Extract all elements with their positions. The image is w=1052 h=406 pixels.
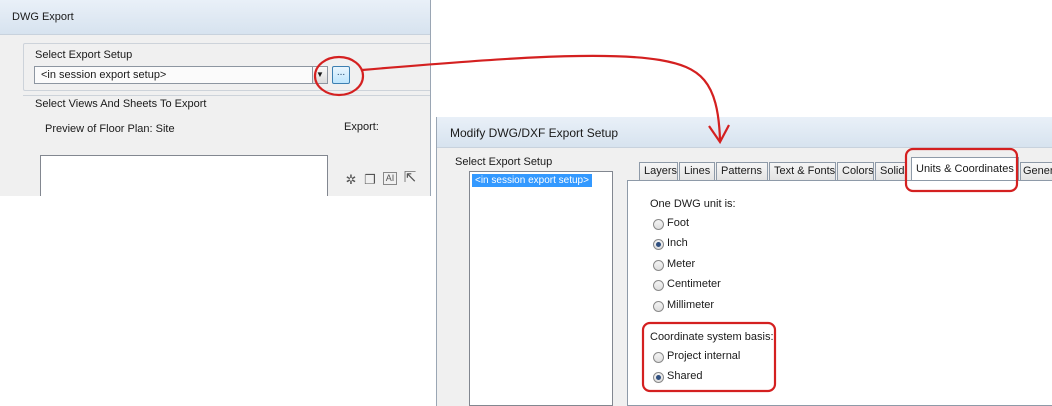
highlight-ellipse-annotation	[313, 55, 365, 97]
tab-highlight-annotation	[904, 147, 1019, 193]
connector-arrow-annotation	[361, 54, 722, 141]
coord-highlight-annotation	[641, 321, 777, 393]
annotation-overlay	[313, 54, 1019, 393]
